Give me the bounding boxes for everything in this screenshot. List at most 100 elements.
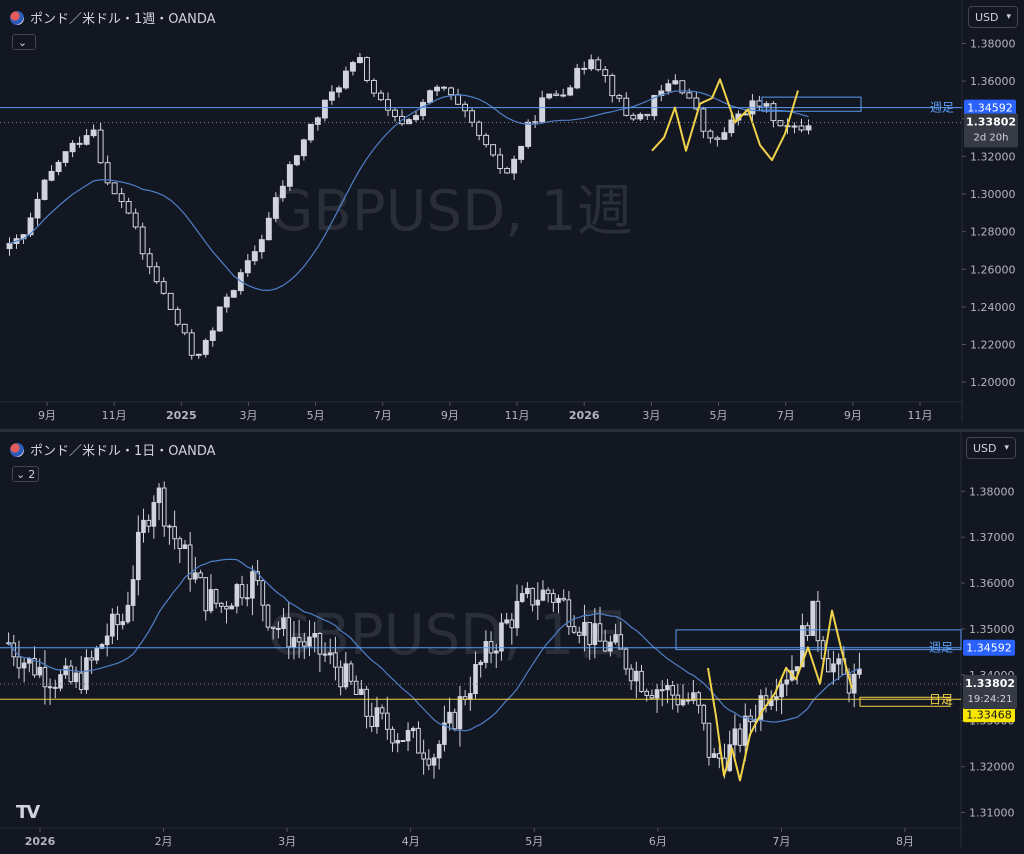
candle-body [353, 680, 359, 695]
candle-body [504, 619, 509, 624]
x-tick-label: 7月 [777, 409, 795, 422]
candle-body [467, 693, 473, 700]
candle-body [115, 613, 120, 626]
candle-body [509, 619, 515, 629]
candle-body [135, 531, 141, 581]
candle-body [659, 689, 665, 692]
candle-body [497, 154, 504, 169]
candle-body [561, 597, 567, 601]
tradingview-logo[interactable]: TV [16, 802, 40, 823]
candle-body [592, 623, 598, 645]
daily-currency-select[interactable]: USD ▾ [966, 437, 1016, 459]
candle-body [525, 587, 530, 595]
candle-body [791, 125, 798, 128]
candle-body [483, 134, 490, 146]
candle-body [836, 658, 841, 665]
candle-body [436, 743, 442, 759]
candle-body [156, 487, 162, 504]
weekly-collapse-button[interactable]: ⌄ [12, 34, 36, 50]
candle-body [174, 308, 181, 325]
candle-body [301, 641, 307, 647]
candle-body [223, 296, 230, 308]
candle-body [390, 728, 395, 744]
candle-body [637, 113, 644, 120]
chevron-down-icon: ▾ [1006, 12, 1011, 22]
y-tick-label: 1.30000 [970, 188, 1016, 201]
candle-body [322, 653, 328, 656]
weekly-currency-select[interactable]: USD ▾ [968, 6, 1018, 28]
x-tick-label: 5月 [710, 409, 728, 422]
candle-body [62, 151, 69, 163]
candle-body [203, 577, 209, 612]
daily-collapse-button[interactable]: ⌄ 2 [12, 466, 40, 482]
candle-body [582, 621, 587, 636]
candle-body [198, 572, 203, 579]
candle-body [146, 253, 153, 268]
candle-body [798, 125, 805, 131]
candle-body [452, 711, 458, 730]
candle-body [469, 110, 476, 123]
candle-body [161, 487, 167, 527]
candle-body [618, 634, 624, 650]
daily-title-text: ポンド／米ドル・1日・OANDA [30, 444, 216, 459]
candle-body [634, 670, 639, 682]
candle-body [406, 119, 412, 125]
candle-body [700, 108, 707, 132]
candle-body [160, 281, 167, 294]
candle-body [779, 683, 784, 698]
candle-body [499, 622, 504, 652]
candle-body [307, 636, 312, 647]
candle-body [230, 290, 237, 298]
candle-body [125, 604, 131, 623]
candle-body [172, 526, 177, 540]
candle-body [476, 121, 483, 136]
candle-body [359, 688, 364, 695]
candle-body [706, 722, 712, 758]
weekly-level-price-label: 1.34592 [967, 102, 1013, 115]
candle-body [76, 142, 83, 145]
candle-body [37, 666, 43, 676]
candle-body [327, 652, 333, 656]
candle-body [371, 79, 377, 94]
candle-body [265, 217, 272, 241]
daily-collapse-count: 2 [28, 467, 36, 481]
candle-body [413, 115, 419, 121]
daily-chart-canvas[interactable]: GBPUSD, 1日 1.38000 1.37000 1.36000 1.35000 1.… [0, 432, 1024, 854]
candle-body [55, 161, 62, 172]
candle-body [815, 600, 821, 642]
candle-body [234, 584, 240, 607]
candle-body [286, 164, 293, 187]
candle-body [132, 212, 139, 228]
weekly-chart-pane[interactable]: GBPUSD, 1週1.380001.360001.340001.320001.… [0, 0, 1024, 429]
candle-body [540, 589, 546, 601]
candle-body [714, 137, 721, 140]
weekly-chart-title: ポンド／米ドル・1週・OANDA [10, 8, 216, 27]
candle-body [369, 715, 375, 728]
y-tick-label: 1.31000 [969, 807, 1015, 820]
candle-body [314, 117, 321, 125]
candle-body [229, 605, 234, 610]
candle-body [602, 69, 609, 76]
candle-body [431, 757, 437, 766]
candle-body [514, 600, 520, 629]
candle-body [41, 179, 48, 200]
x-tick-label: 5月 [307, 409, 325, 422]
candle-body [686, 92, 693, 99]
weekly-chart-canvas[interactable]: GBPUSD, 1週1.380001.360001.340001.320001.… [0, 0, 1024, 429]
y-tick-label: 1.24000 [970, 301, 1016, 314]
candle-body [588, 59, 595, 70]
y-tick-label: 1.26000 [970, 263, 1016, 276]
candle-body [519, 593, 525, 602]
candle-body [613, 634, 618, 643]
candle-body [208, 589, 214, 612]
candle-body [48, 170, 55, 181]
x-tick-label: 3月 [239, 409, 257, 422]
candle-body [58, 674, 63, 689]
x-tick-label: 11月 [908, 409, 933, 422]
candle-body [6, 242, 13, 250]
daily-chart-pane[interactable]: GBPUSD, 1日 1.38000 1.37000 1.36000 1.35000 1.… [0, 432, 1024, 854]
candle-body [68, 665, 74, 683]
gbpusd-flag-icon [10, 442, 24, 457]
candle-body [490, 144, 497, 156]
candle-body [644, 690, 650, 696]
